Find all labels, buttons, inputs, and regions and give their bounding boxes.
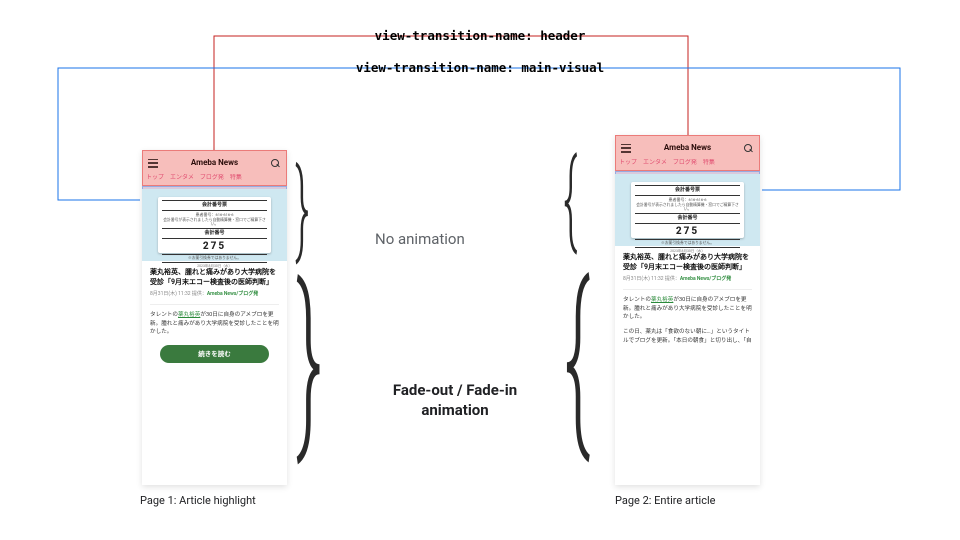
tab-item[interactable]: トップ (619, 159, 637, 167)
phone-header: Ameba News トップ エンタメ ブログ発 特集 (615, 135, 760, 174)
search-icon[interactable] (271, 159, 281, 168)
ticket-image: 会計番号票 患者番号：616-616-6 会計番号が表示されましたら自動精算機・… (158, 197, 271, 253)
label-view-transition-main-visual: view-transition-name: main-visual (356, 60, 604, 75)
hamburger-icon[interactable] (621, 144, 631, 153)
article-body: 薬丸裕英、腫れと痛みがあり大学病院を受診「9月末エコー検査後の医師判断」 8月3… (142, 261, 287, 369)
tab-item[interactable]: ブログ発 (673, 159, 697, 167)
nav-tabs[interactable]: トップ エンタメ ブログ発 特集 (615, 159, 760, 170)
nav-tabs[interactable]: トップ エンタメ ブログ発 特集 (142, 174, 287, 185)
phone-page2: Ameba News トップ エンタメ ブログ発 特集 会計番号票 患者番号：6… (615, 135, 760, 485)
brand-logo: Ameba News (664, 143, 711, 153)
brace-right-bottom: { (564, 260, 590, 455)
article-meta: 8月31日(木) 11:32 提供：Ameba News/ブログ発 (623, 276, 752, 283)
inline-link[interactable]: 薬丸裕英 (651, 297, 673, 303)
tab-item[interactable]: ブログ発 (200, 174, 224, 182)
caption-page2: Page 2: Entire article (615, 494, 715, 507)
brand-logo: Ameba News (191, 158, 238, 168)
article-paragraph: タレントの薬丸裕英が30日に自身のアメブロを更新。腫れと痛みがあり大学病院を受診… (623, 296, 752, 322)
brace-left-bottom: } (296, 262, 322, 457)
phone-header: Ameba News トップ エンタメ ブログ発 特集 (142, 150, 287, 189)
inline-link[interactable]: 薬丸裕英 (178, 312, 200, 318)
tab-item[interactable]: エンタメ (170, 174, 194, 182)
article-headline: 薬丸裕英、腫れと痛みがあり大学病院を受診「9月末エコー検査後の医師判断」 (623, 252, 752, 272)
brace-right-top: { (563, 146, 577, 251)
read-more-button[interactable]: 続きを読む (160, 345, 270, 363)
article-meta: 8月31日(木) 11:32 提供：Ameba News/ブログ発 (150, 291, 279, 298)
ticket-image: 会計番号票 患者番号：616-616-6 会計番号が表示されましたら自動精算機・… (631, 182, 744, 238)
hamburger-icon[interactable] (148, 159, 158, 168)
tab-item[interactable]: 特集 (230, 174, 242, 182)
main-visual: 会計番号票 患者番号：616-616-6 会計番号が表示されましたら自動精算機・… (142, 189, 287, 261)
tab-item[interactable]: トップ (146, 174, 164, 182)
caption-page1: Page 1: Article highlight (140, 494, 256, 507)
article-paragraph: この日、薬丸は「食欲のない朝に…」というタイトルでブログを更新。「本日の朝食」と… (623, 328, 752, 345)
phone-page1: Ameba News トップ エンタメ ブログ発 特集 会計番号票 患者番号：6… (142, 150, 287, 485)
label-view-transition-header: view-transition-name: header (375, 28, 586, 43)
fade-animation-label: Fade-out / Fade-in animation (365, 380, 545, 421)
no-animation-label: No animation (375, 230, 465, 248)
tab-item[interactable]: 特集 (703, 159, 715, 167)
main-visual: 会計番号票 患者番号：616-616-6 会計番号が表示されましたら自動精算機・… (615, 174, 760, 246)
article-body: 薬丸裕英、腫れと痛みがあり大学病院を受診「9月末エコー検査後の医師判断」 8月3… (615, 246, 760, 351)
article-headline: 薬丸裕英、腫れと痛みがあり大学病院を受診「9月末エコー検査後の医師判断」 (150, 267, 279, 287)
annotation-column: } } { { No animation Fade-out / Fade-in … (295, 150, 555, 490)
article-paragraph: タレントの薬丸裕英が30日に自身のアメブロを更新。腫れと痛みがあり大学病院を受診… (150, 311, 279, 337)
tab-item[interactable]: エンタメ (643, 159, 667, 167)
search-icon[interactable] (744, 144, 754, 153)
